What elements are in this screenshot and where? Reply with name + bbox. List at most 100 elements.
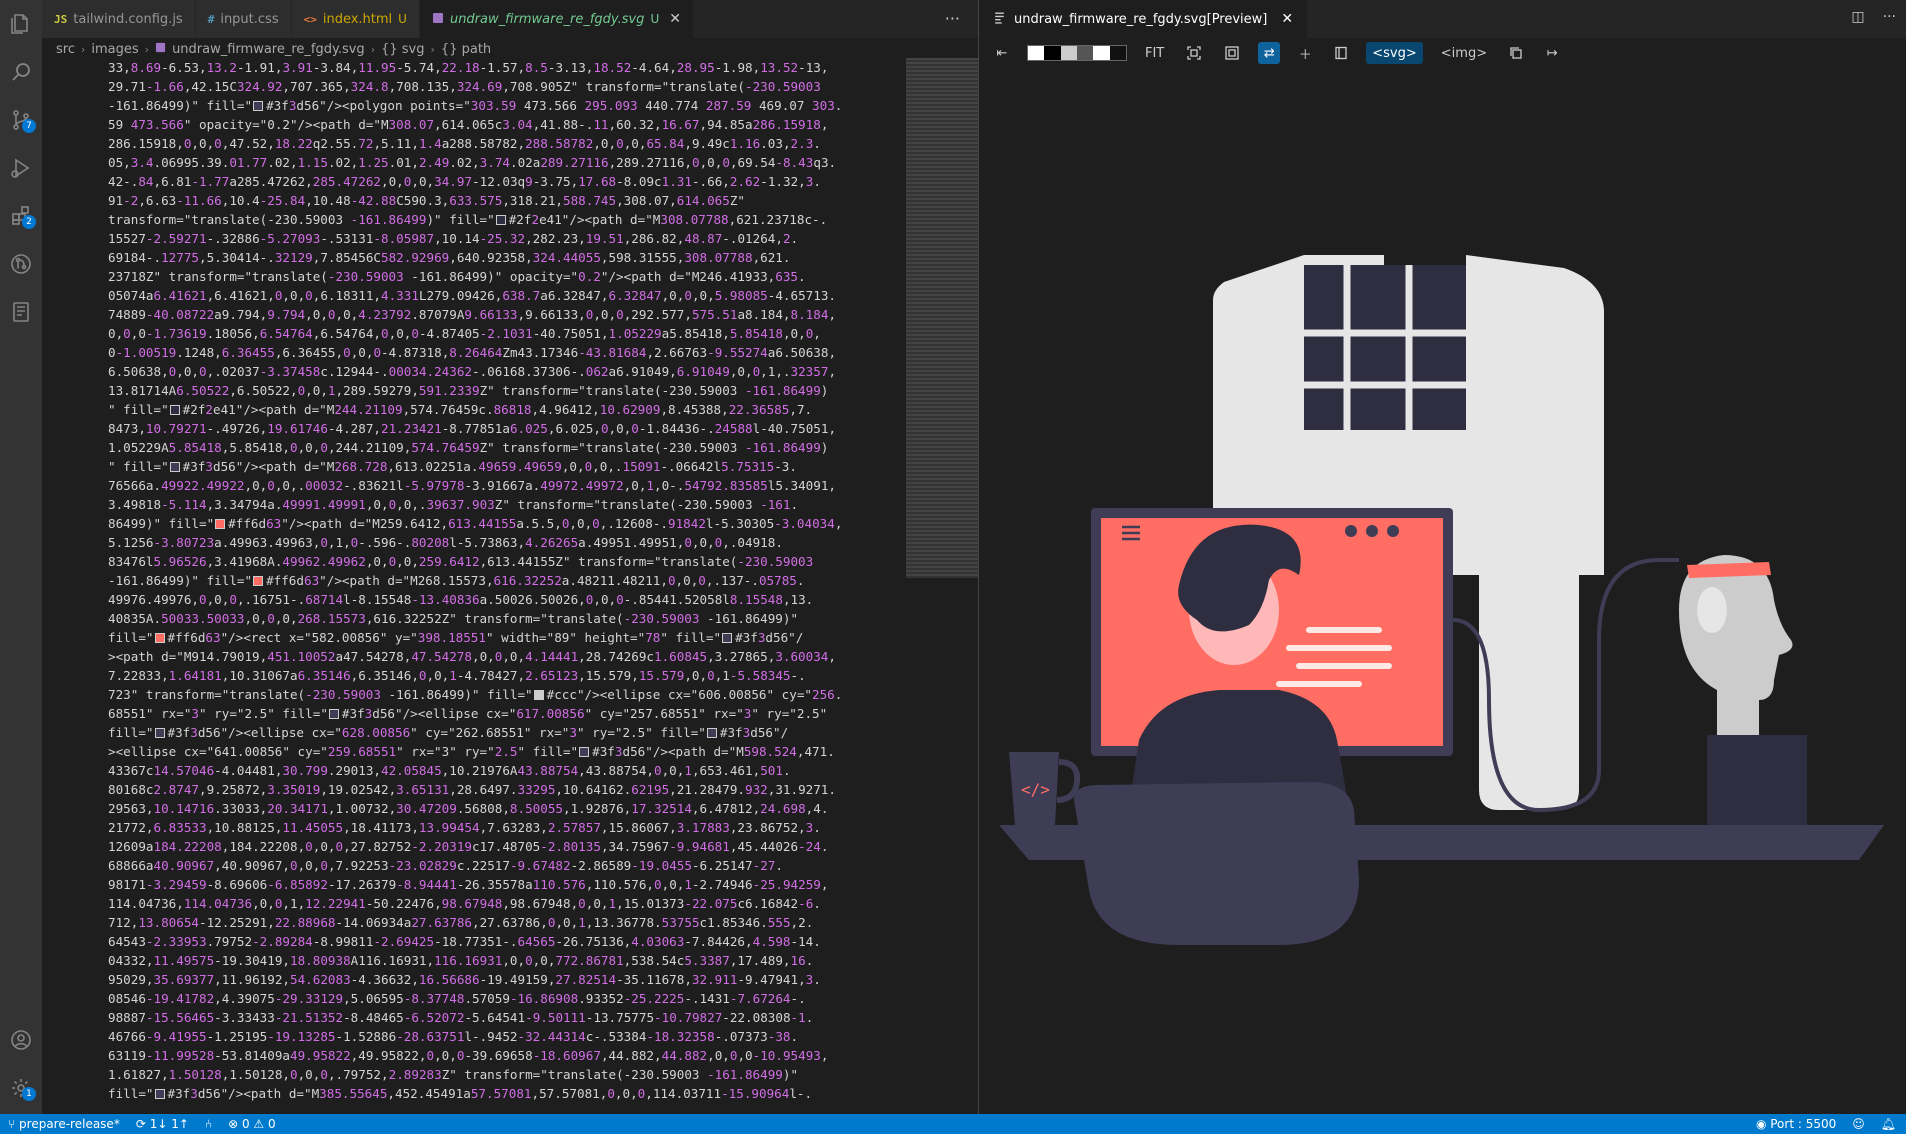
- close-icon[interactable]: ✕: [669, 11, 681, 27]
- code-line: 29.71-1.66,42.15C324.92,707.365,324.8,70…: [108, 79, 821, 94]
- code-line: 6.50638,0,0,0,.02037-3.37458c.12944-.000…: [108, 364, 837, 379]
- code-line: 49976.49976,0,0,0,.16751-.68714l-8.15548…: [108, 592, 814, 607]
- code-line: 91-2,6.63-11.66,10.4-25.84,10.48-42.88C5…: [108, 193, 746, 208]
- tab-label: undraw_firmware_re_fgdy.svg: [449, 11, 645, 27]
- code-line: 23718Z" transform="translate(-230.59003 …: [108, 269, 806, 284]
- settings-badge: 1: [22, 1087, 36, 1101]
- account-icon[interactable]: [0, 1018, 42, 1062]
- problems-item[interactable]: ⊗ 0 ⚠ 0: [228, 1117, 276, 1131]
- code-line: ><ellipse cx="641.00856" cy="259.68551" …: [108, 744, 835, 759]
- code-line: 83476l5.96526,3.41968A.49962.49962,0,0,0…: [108, 554, 814, 569]
- code-line: 8473,10.79271-.49726,19.61746-4.287,21.2…: [108, 421, 837, 436]
- code-line: 59 473.566" opacity="0.2"/><path d="M308…: [108, 117, 829, 132]
- javascript-file-icon: JS: [54, 12, 68, 26]
- code-line: 13.81714A6.50522,6.50522,0,0,1,289.59279…: [108, 383, 829, 398]
- feedback-icon[interactable]: ☺: [1852, 1117, 1865, 1131]
- code-line: 08546-19.41782,4.39075-29.33129,5.06595-…: [108, 991, 806, 1006]
- explorer-icon[interactable]: [0, 2, 42, 46]
- tab-label: input.css: [220, 11, 279, 27]
- code-line: 46766-9.41955-1.25195-19.13285-1.52886-2…: [108, 1029, 799, 1044]
- sync-item[interactable]: ⟳ 1↓ 1↑: [136, 1117, 189, 1131]
- color-swatch: [722, 633, 733, 643]
- code-line: 114.04736,114.04736,0,0,1,12.22941-50.22…: [108, 896, 821, 911]
- mug-handle: [1056, 759, 1081, 803]
- settings-gear-icon[interactable]: 1: [0, 1066, 42, 1110]
- breadcrumb-item[interactable]: {} svg: [381, 42, 424, 57]
- code-line: 05074a6.41621,6.41621,0,0,0,6.18311,4.33…: [108, 288, 837, 303]
- run-debug-icon[interactable]: [0, 146, 42, 190]
- tab-undraw-svg[interactable]: undraw_firmware_re_fgdy.svg U ✕: [419, 0, 694, 38]
- code-line: 723" transform="translate(-230.59003 -16…: [108, 687, 843, 702]
- code-line: 15527-2.59271-.32886-5.27093-.53131-8.05…: [108, 231, 799, 246]
- code-editor[interactable]: 33,8.69-6.53,13.2-1.91,3.91-3.84,11.95-5…: [108, 58, 900, 1114]
- breadcrumb-item[interactable]: {} path: [441, 42, 491, 57]
- code-line: -161.86499)" fill=" #3f3d56"/><polygon po…: [108, 98, 843, 113]
- code-line: 1.61827,1.50128,1.50128,0,0,0,.79752,2.8…: [108, 1067, 799, 1082]
- tab-label: tailwind.config.js: [73, 11, 183, 27]
- window-sill: [1324, 430, 1484, 442]
- chevron-right-icon: ›: [144, 42, 150, 56]
- git-branch-item[interactable]: ⑂ prepare-release*: [8, 1117, 120, 1131]
- extensions-icon[interactable]: 2: [0, 194, 42, 238]
- tab-label: index.html: [322, 11, 393, 27]
- breadcrumb-item[interactable]: images: [91, 42, 138, 57]
- search-icon[interactable]: [0, 50, 42, 94]
- breadcrumb-item[interactable]: undraw_firmware_re_fgdy.svg: [172, 42, 365, 57]
- code-line: 712,13.80654-12.25291,22.88968-14.06934a…: [108, 915, 814, 930]
- source-control-icon[interactable]: 7: [0, 98, 42, 142]
- code-line: 0,0,0-1.73619.18056,6.54764,6.54764,0,0,…: [108, 326, 821, 341]
- git-graph-status-icon[interactable]: ⑃: [205, 1117, 212, 1131]
- color-swatch: [154, 633, 165, 643]
- tab-input-css[interactable]: # input.css: [195, 0, 292, 38]
- tab-index-html[interactable]: <> index.html U: [291, 0, 420, 38]
- color-swatch: [706, 728, 717, 738]
- code-line: 86499)" fill=" #ff6d63"/><path d="M259.64…: [108, 516, 843, 531]
- code-line: ><path d="M914.79019,451.10052a47.54278,…: [108, 649, 836, 664]
- code-line: 7.22833,1.64181,10.31067a6.35146,6.35146…: [108, 668, 806, 683]
- tab-tailwind-config[interactable]: JS tailwind.config.js: [42, 0, 196, 38]
- remote-explorer-icon[interactable]: [0, 290, 42, 334]
- port-item[interactable]: ◉ Port : 5500: [1756, 1117, 1836, 1131]
- code-line: 3.49818-5.114,3.34794a.49991.49991,0,0,0…: [108, 497, 799, 512]
- code-line: fill=" #3f3d56"/><ellipse cx="628.00856" …: [108, 725, 789, 740]
- color-swatch: [253, 576, 264, 586]
- color-swatch: [169, 405, 180, 415]
- breadcrumb-item[interactable]: src: [56, 42, 75, 57]
- code-line: 286.15918,0,0,0,47.52,18.22q2.55.72,5.11…: [108, 136, 821, 151]
- svg-file-icon: [432, 12, 444, 27]
- untracked-status-badge: U: [398, 12, 407, 26]
- ear-illustration: [1697, 587, 1727, 633]
- chevron-right-icon: ›: [80, 42, 86, 56]
- code-line: " fill=" #2f2e41"/><path d="M244.21109,57…: [108, 402, 813, 417]
- untracked-status-badge: U: [650, 12, 660, 26]
- more-actions-icon[interactable]: ···: [945, 9, 960, 28]
- status-bar: ⑂ prepare-release* ⟳ 1↓ 1↑ ⑃ ⊗ 0 ⚠ 0 ◉ P…: [0, 1114, 1906, 1134]
- notifications-bell-icon[interactable]: 🔔︎: [1881, 1117, 1896, 1131]
- code-line: 42-.84,6.81-1.77a285.47262,285.47262,0,0…: [108, 174, 821, 189]
- color-swatch: [154, 728, 165, 738]
- status-bar-right: ◉ Port : 5500 ☺ 🔔︎: [1756, 1114, 1896, 1134]
- activity-bar: 7 2 1: [0, 0, 42, 1114]
- code-line: 04332,11.49575-19.30419,18.80938A116.169…: [108, 953, 814, 968]
- code-line: -161.86499)" fill=" #ff6d63"/><path d="M2…: [108, 573, 805, 588]
- git-graph-icon[interactable]: [0, 242, 42, 286]
- broadcast-icon: ◉: [1755, 1117, 1767, 1131]
- code-line: 69184-.12775,5.30414-.32129,7.85456C582.…: [108, 250, 791, 265]
- code-line: 40835A.50033.50033,0,0,0,268.15573,616.3…: [108, 611, 799, 626]
- color-swatch: [533, 690, 544, 700]
- git-branch-icon: ⑂: [8, 1117, 16, 1131]
- color-swatch: [495, 215, 506, 225]
- git-branch-label: prepare-release*: [19, 1117, 120, 1131]
- sync-icon: ⟳: [135, 1117, 146, 1131]
- code-line: 80168c2.8747,9.25872,3.35019,19.02542,3.…: [108, 782, 836, 797]
- code-line: 68551" rx="3" ry="2.5" fill=" #3f3d56"/><…: [108, 706, 828, 721]
- sync-label: 1↓ 1↑: [149, 1117, 189, 1131]
- code-line: 63119-11.99528-53.81409a49.95822,49.9582…: [108, 1048, 829, 1063]
- code-line: 0-1.00519.1248,6.36455,6.36455,0,0,0-4.8…: [108, 345, 837, 360]
- code-line: 05,3.4.06995.39.01.77.02,1.15.02,1.25.01…: [108, 155, 837, 170]
- screen-dot: [1387, 525, 1399, 537]
- code-line: 98887-15.56465-3.33433-21.51352-8.48465-…: [108, 1010, 814, 1025]
- svg-file-icon: [155, 42, 166, 57]
- editor-group-left: JS tailwind.config.js # input.css <> ind…: [42, 0, 1018, 1114]
- chevron-right-icon: ›: [370, 42, 376, 56]
